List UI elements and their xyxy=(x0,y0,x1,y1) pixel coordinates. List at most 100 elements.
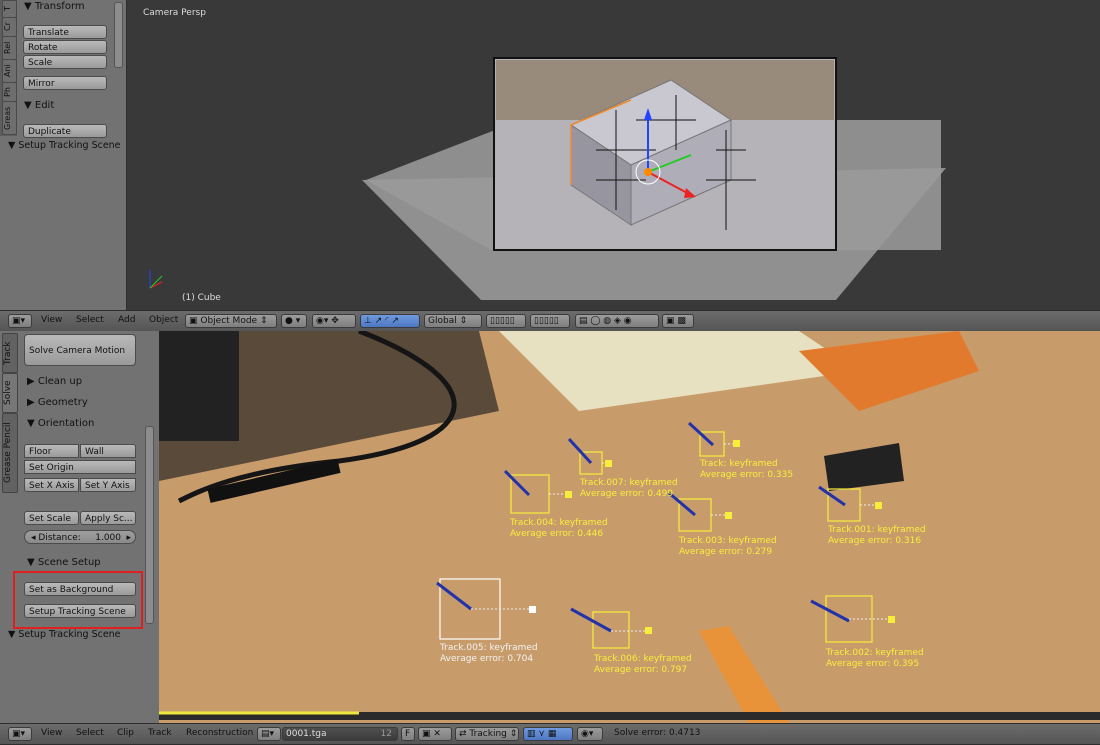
viewport-scene xyxy=(149,57,946,300)
set-as-background-button[interactable]: Set as Background xyxy=(24,582,136,596)
clip-users: 12 xyxy=(380,729,392,739)
operator-panel-label: Setup Tracking Scene xyxy=(18,140,121,151)
clip-operator-panel-label: Setup Tracking Scene xyxy=(18,629,121,640)
tab-relations[interactable]: Rel xyxy=(2,36,17,60)
clip-editor-header: ▣▾ View Select Clip Track Reconstruction… xyxy=(0,723,1100,745)
clip-browse-button[interactable]: ▤▾ xyxy=(257,727,281,741)
pivot-selector[interactable]: ◉▾ ✥ xyxy=(312,314,356,328)
tool-shelf-scrollbar[interactable] xyxy=(114,2,123,68)
tab-physics[interactable]: Ph xyxy=(2,82,17,102)
clip-tool-shelf: Track Solve Grease Pencil Solve Camera M… xyxy=(0,331,159,723)
viewport-header: ▣▾ View Select Add Object ▣ Object Mode … xyxy=(0,310,1100,332)
clip-menu-clip[interactable]: Clip xyxy=(117,728,134,738)
edit-panel-header[interactable]: ▼ Edit xyxy=(24,100,54,111)
tab-tools[interactable]: T xyxy=(2,0,17,18)
tab-animation[interactable]: Ani xyxy=(2,59,17,83)
render-buttons[interactable]: ▣ ▩ xyxy=(662,314,694,328)
distance-label: Distance: xyxy=(38,533,81,543)
track-003-info: Track.003: keyframed Average error: 0.279 xyxy=(679,536,777,558)
track-005-info: Track.005: keyframed Average error: 0.704 xyxy=(440,643,538,665)
clip-menu-select[interactable]: Select xyxy=(76,728,104,738)
orientation-selector[interactable]: Global ⇕ xyxy=(424,314,482,328)
translate-button[interactable]: Translate xyxy=(23,25,107,39)
solve-error-label: Solve error: 0.4713 xyxy=(614,728,701,738)
set-y-axis-button[interactable]: Set Y Axis xyxy=(80,478,136,492)
menu-object[interactable]: Object xyxy=(149,315,178,325)
shading-selector[interactable]: ● ▾ xyxy=(281,314,307,328)
track-004-error: Average error: 0.446 xyxy=(510,529,604,539)
transform-header-label: Transform xyxy=(34,1,85,12)
track-003-name: Track.003: keyframed xyxy=(679,536,777,546)
setup-tracking-scene-button[interactable]: Setup Tracking Scene xyxy=(24,604,136,618)
track-006-info: Track.006: keyframed Average error: 0.797 xyxy=(594,654,692,676)
orientation-header-label: Orientation xyxy=(37,418,95,429)
geometry-panel-header[interactable]: ▶ Geometry xyxy=(27,397,88,408)
track-002-info: Track.002: keyframed Average error: 0.395 xyxy=(826,648,924,670)
layer-tools[interactable]: ▤ ◯ ◍ ◈ ◉ xyxy=(575,314,659,328)
clip-name-field[interactable]: 0001.tga 12 xyxy=(282,727,398,741)
track-002-error: Average error: 0.395 xyxy=(826,659,920,669)
set-scale-button[interactable]: Set Scale xyxy=(24,511,79,525)
tab-create[interactable]: Cr xyxy=(2,17,17,37)
layers-group-2[interactable]: ▯▯▯▯▯ xyxy=(530,314,570,328)
track-001-error: Average error: 0.316 xyxy=(828,536,922,546)
set-x-axis-button[interactable]: Set X Axis xyxy=(24,478,79,492)
orientation-panel-header[interactable]: ▼ Orientation xyxy=(27,418,94,429)
mirror-button[interactable]: Mirror xyxy=(23,76,107,90)
movie-clip-view[interactable]: Track.007: keyframed Average error: 0.499… xyxy=(159,331,1100,723)
clip-operator-panel-header[interactable]: ▼ Setup Tracking Scene xyxy=(8,629,121,640)
operator-panel-header[interactable]: ▼ Setup Tracking Scene xyxy=(8,140,121,151)
wall-button[interactable]: Wall xyxy=(80,444,136,458)
layers-group-1[interactable]: ▯▯▯▯▯ xyxy=(486,314,526,328)
set-origin-button[interactable]: Set Origin xyxy=(24,460,136,474)
clip-menu-reconstruction[interactable]: Reconstruction xyxy=(186,728,253,738)
clip-view-toggles[interactable]: ▥ ⋎ ▦ xyxy=(523,727,573,741)
scale-button[interactable]: Scale xyxy=(23,55,107,69)
menu-select[interactable]: Select xyxy=(76,315,104,325)
floor-button[interactable]: Floor xyxy=(24,444,79,458)
cleanup-label: Clean up xyxy=(37,376,83,387)
distance-field[interactable]: ◂ Distance: 1.000 ▸ xyxy=(24,530,136,544)
menu-view[interactable]: View xyxy=(41,315,62,325)
mode-label: Object Mode xyxy=(200,316,258,326)
clip-open-buttons[interactable]: ▣ ✕ xyxy=(418,727,452,741)
duplicate-button[interactable]: Duplicate xyxy=(23,124,107,138)
mode-selector[interactable]: ▣ Object Mode ⇕ xyxy=(185,314,277,328)
3d-viewport[interactable]: Camera Persp (1) Cube xyxy=(0,0,1100,310)
track-006-error: Average error: 0.797 xyxy=(594,665,688,675)
clip-editor-type-button[interactable]: ▣▾ xyxy=(8,727,32,741)
editor-type-button[interactable]: ▣▾ xyxy=(8,314,32,328)
orientation-label: Global xyxy=(428,316,457,326)
track-006-name: Track.006: keyframed xyxy=(594,654,692,664)
rotate-button[interactable]: Rotate xyxy=(23,40,107,54)
track-005-name: Track.005: keyframed xyxy=(440,643,538,653)
track-001-name: Track.001: keyframed xyxy=(828,525,926,535)
cleanup-panel-header[interactable]: ▶ Clean up xyxy=(27,376,82,387)
transform-panel-header[interactable]: ▼ Transform xyxy=(24,1,85,12)
active-object-label: (1) Cube xyxy=(182,293,221,303)
tab-grease-pencil[interactable]: Greas xyxy=(2,101,17,135)
track-info: Track: keyframed Average error: 0.335 xyxy=(700,459,793,481)
highlight-box xyxy=(13,571,143,629)
manipulator-buttons[interactable]: ⊥ ↗ ◜ ↗ xyxy=(360,314,420,328)
apply-scale-button[interactable]: Apply Sc... xyxy=(80,511,136,525)
tab-solve[interactable]: Solve xyxy=(2,373,18,413)
solve-camera-motion-button[interactable]: Solve Camera Motion xyxy=(24,334,136,366)
clip-menu-view[interactable]: View xyxy=(41,728,62,738)
clip-shelf-scrollbar[interactable] xyxy=(145,426,154,624)
track-name: Track: keyframed xyxy=(700,459,778,469)
track-error: Average error: 0.335 xyxy=(700,470,794,480)
clip-menu-track[interactable]: Track xyxy=(148,728,172,738)
clip-mode-label: Tracking xyxy=(469,729,507,739)
menu-add[interactable]: Add xyxy=(118,315,135,325)
tab-track[interactable]: Track xyxy=(2,333,18,373)
clip-name: 0001.tga xyxy=(286,729,327,739)
tab-grease-pencil[interactable]: Grease Pencil xyxy=(2,413,18,493)
clip-mode-selector[interactable]: ⇄ Tracking ⇕ xyxy=(455,727,519,741)
track-007-error: Average error: 0.499 xyxy=(580,489,674,499)
tool-shelf-tabs: T Cr Rel Ani Ph Greas xyxy=(0,0,17,136)
scene-setup-panel-header[interactable]: ▼ Scene Setup xyxy=(27,557,101,568)
fake-user-button[interactable]: F xyxy=(401,727,415,741)
tracking-mode-icon: ⇄ xyxy=(459,729,470,739)
pivot-selector-clip[interactable]: ◉▾ xyxy=(577,727,603,741)
